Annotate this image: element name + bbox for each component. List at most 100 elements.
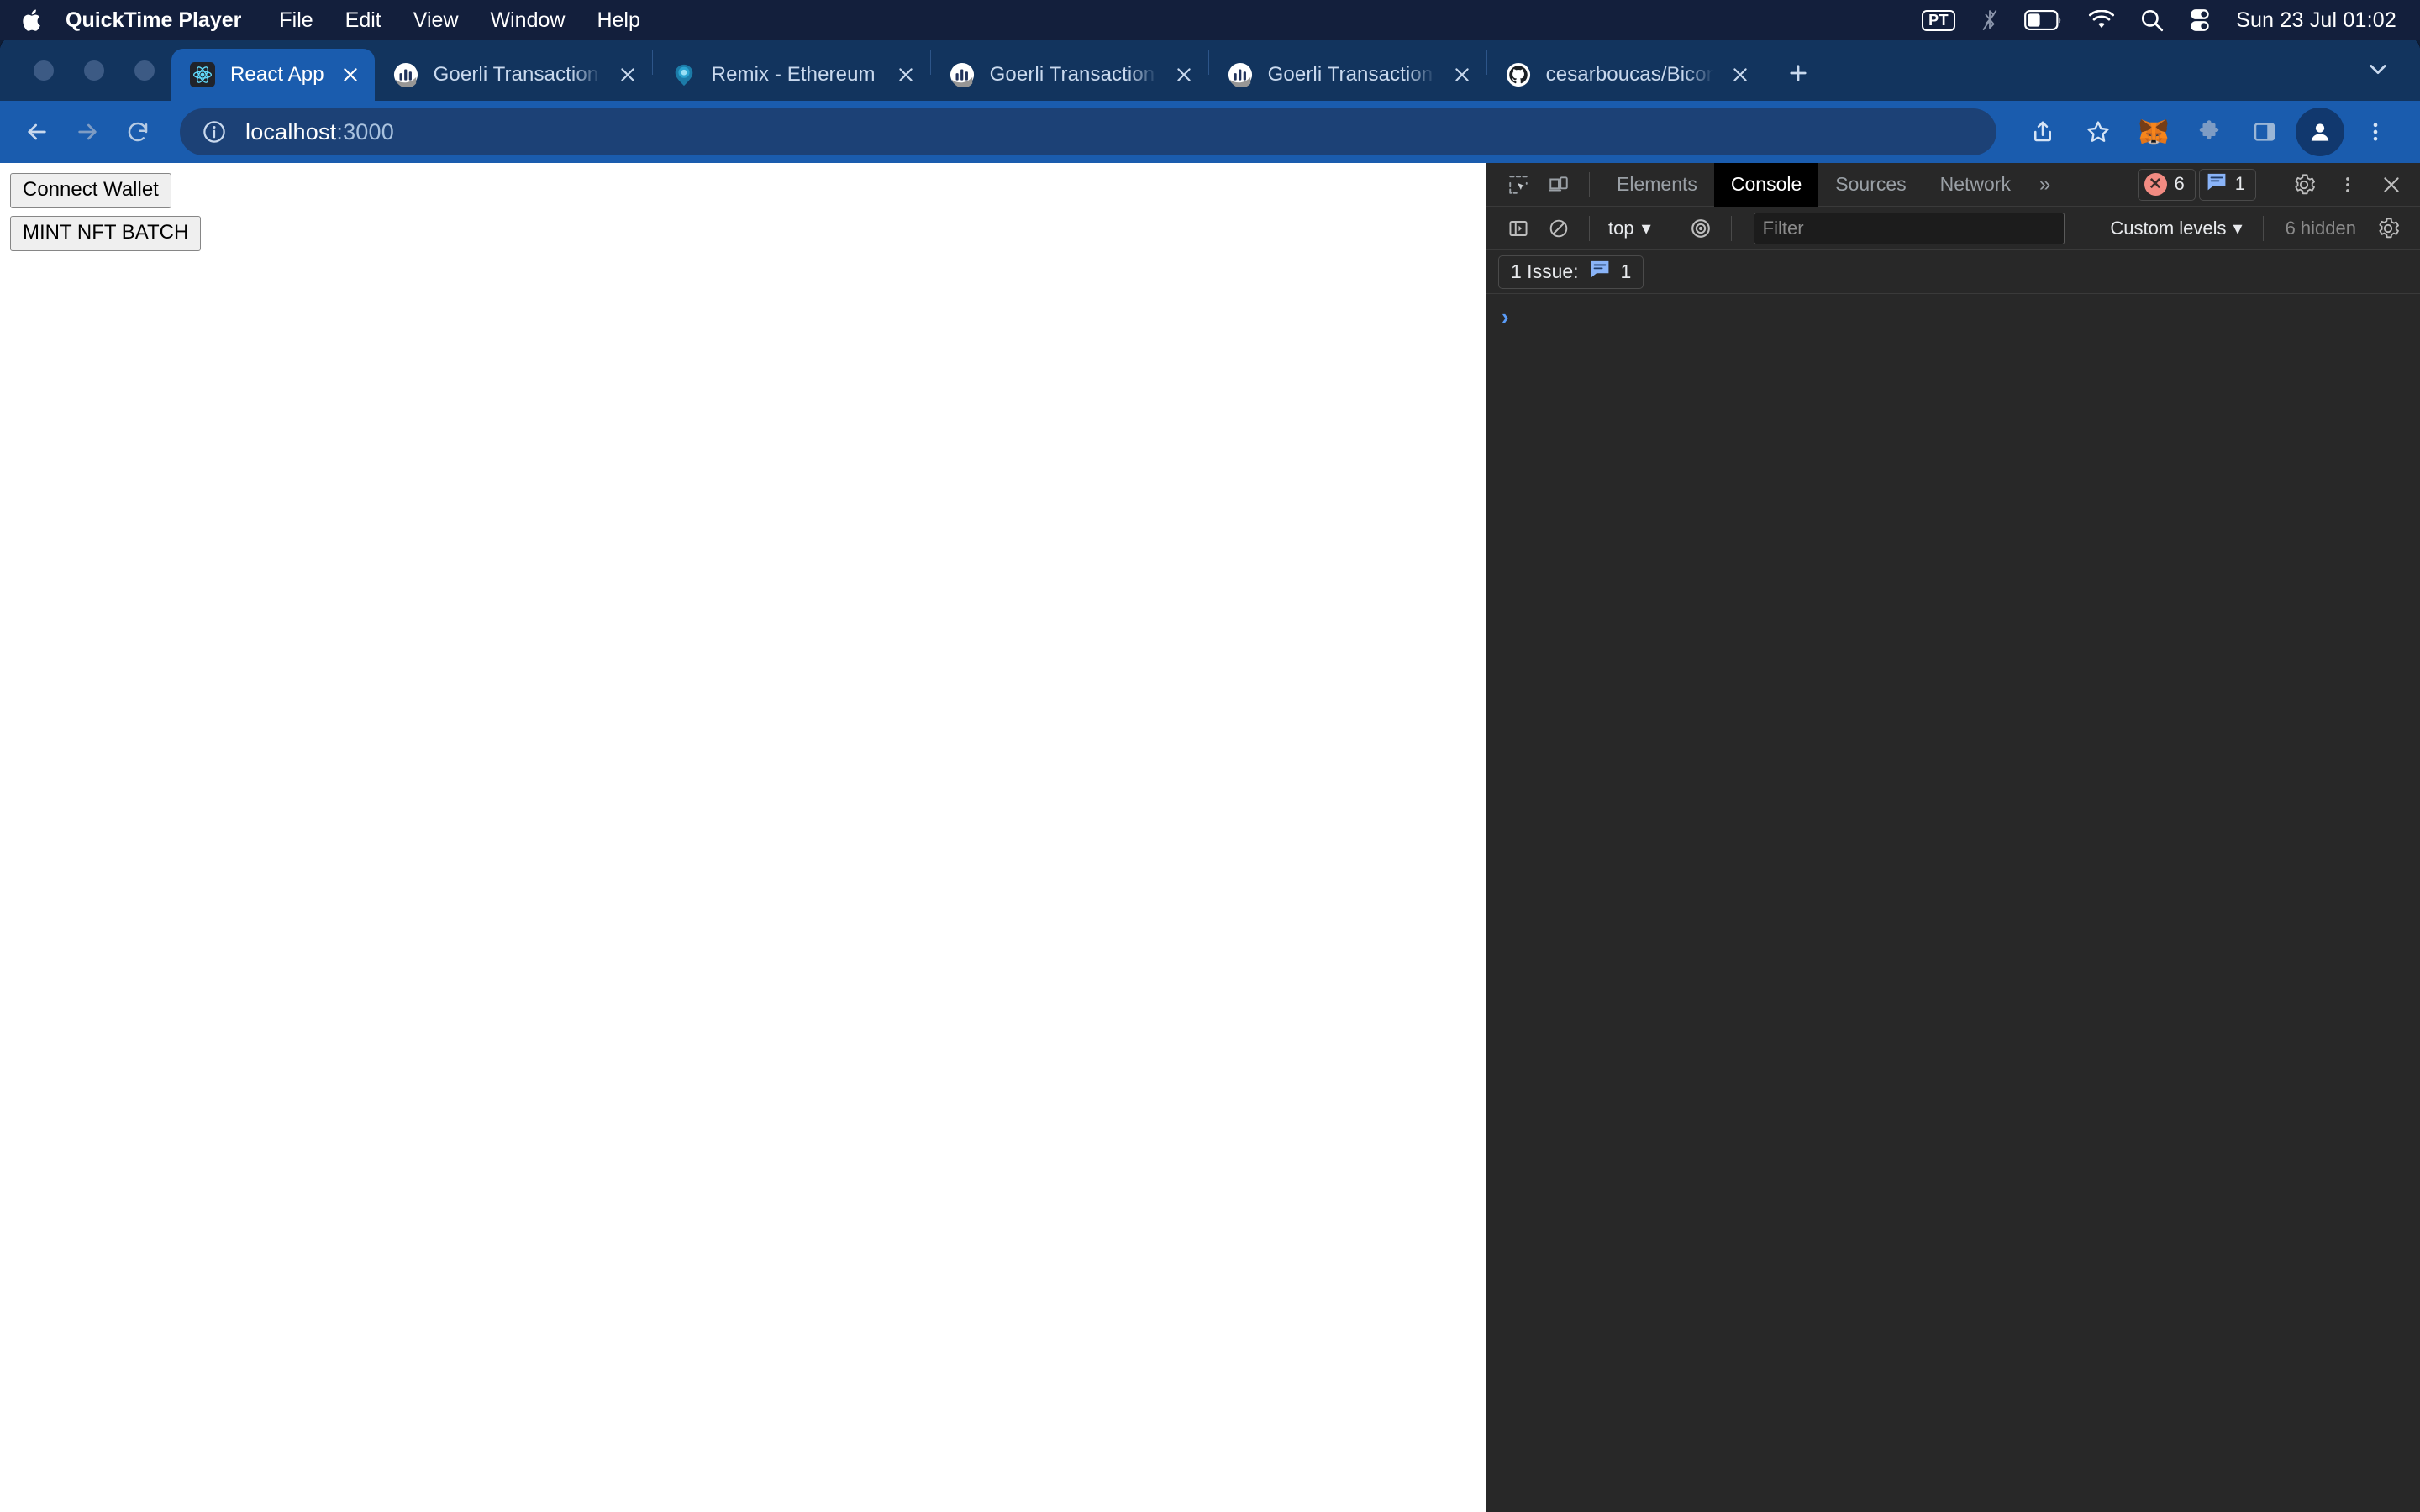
console-settings-gear-icon[interactable]	[2368, 210, 2408, 247]
close-window-button[interactable]	[34, 60, 54, 81]
menu-item-edit[interactable]: Edit	[329, 0, 397, 40]
three-dot-menu-icon[interactable]	[2328, 166, 2368, 203]
tab-title: cesarboucas/BiconomyB	[1545, 63, 1714, 86]
tab-search-chevron-down-icon[interactable]	[2360, 50, 2396, 87]
puzzle-piece-icon[interactable]	[2185, 108, 2233, 156]
issue-message-icon	[2206, 171, 2228, 197]
profile-avatar-icon[interactable]	[2296, 108, 2344, 156]
console-prompt-row[interactable]: ›	[1502, 306, 2420, 328]
browser-tab-goerli-1[interactable]: Goerli Transaction Hash (	[375, 49, 652, 101]
battery-icon[interactable]	[2024, 10, 2063, 30]
issues-button[interactable]: 1 Issue: 1	[1498, 255, 1644, 289]
etherscan-logo-icon	[393, 62, 418, 87]
browser-tab-react-app[interactable]: React App	[171, 49, 375, 101]
connect-wallet-button[interactable]: Connect Wallet	[10, 173, 171, 208]
error-count-badge[interactable]: ✕ 6	[2137, 168, 2196, 201]
message-count-badge[interactable]: 1	[2198, 168, 2256, 201]
browser-tab-github[interactable]: cesarboucas/BiconomyB	[1487, 49, 1765, 101]
error-count: 6	[2174, 173, 2185, 194]
devtools-tab-network[interactable]: Network	[1923, 163, 2028, 207]
close-tab-button[interactable]	[892, 60, 920, 89]
device-toolbar-icon[interactable]	[1539, 166, 1579, 203]
hidden-messages-count: 6 hidden	[2285, 217, 2356, 239]
devtools-tab-elements[interactable]: Elements	[1600, 163, 1714, 207]
tab-title: Remix - Ethereum IDE	[711, 63, 880, 86]
input-source-indicator[interactable]: PT	[1922, 9, 1956, 31]
window-traffic-lights	[34, 60, 155, 81]
new-tab-button[interactable]	[1779, 54, 1818, 92]
browser-toolbar: localhost:3000	[0, 101, 2420, 163]
inspect-element-icon[interactable]	[1498, 166, 1539, 203]
console-output-area[interactable]: ›	[1486, 294, 2420, 1512]
info-circle-icon[interactable]	[202, 119, 227, 144]
menu-item-view[interactable]: View	[397, 0, 475, 40]
browser-tab-goerli-3[interactable]: Goerli Transaction Hash (	[1209, 49, 1486, 101]
menu-item-window[interactable]: Window	[475, 0, 581, 40]
control-center-icon[interactable]	[2189, 8, 2211, 33]
chevron-down-icon: ▾	[1641, 217, 1651, 239]
reload-icon[interactable]	[113, 107, 163, 157]
star-icon[interactable]	[2074, 108, 2123, 156]
console-filter-input[interactable]	[1753, 212, 2065, 244]
menu-app-name[interactable]: QuickTime Player	[66, 0, 263, 40]
console-toolbar: top ▾ Custom levels ▾	[1486, 207, 2420, 250]
devtools-tab-bar: Elements Console Sources Network » ✕ 6 1	[1486, 162, 2420, 207]
browser-tab-remix[interactable]: Remix - Ethereum IDE	[653, 49, 930, 101]
issue-message-icon	[1589, 258, 1611, 285]
devtools-panel: Elements Console Sources Network » ✕ 6 1…	[1486, 162, 2420, 1512]
etherscan-logo-icon	[950, 62, 975, 87]
console-context-selector[interactable]: top ▾	[1600, 218, 1660, 239]
divider	[1589, 215, 1590, 241]
close-tab-button[interactable]	[1170, 60, 1198, 89]
divider	[2262, 215, 2264, 241]
url-host: localhost	[245, 118, 337, 144]
issues-label: 1 Issue:	[1511, 260, 1579, 282]
menubar-clock[interactable]: Sun 23 Jul 01:02	[2236, 8, 2396, 33]
chevron-down-icon: ▾	[2233, 217, 2243, 239]
gear-icon[interactable]	[2284, 166, 2324, 203]
tab-title: React App	[230, 63, 324, 86]
divider	[1589, 171, 1590, 197]
devtools-status-actions: ✕ 6 1	[2137, 166, 2420, 203]
spotlight-search-icon[interactable]	[2140, 8, 2164, 32]
devtools-tab-console[interactable]: Console	[1713, 162, 1819, 207]
console-log-levels-selector[interactable]: Custom levels ▾	[2100, 218, 2252, 239]
close-tab-button[interactable]	[613, 60, 642, 89]
remix-logo-icon	[671, 62, 697, 87]
content-area: Connect Wallet MINT NFT BATCH Elements C…	[0, 162, 2420, 1512]
console-sidebar-icon[interactable]	[1498, 210, 1539, 247]
browser-tab-strip: React App Goerli Transaction Remix - Eth…	[0, 37, 2420, 101]
eye-icon[interactable]	[1681, 210, 1721, 247]
metamask-fox-icon[interactable]	[2129, 108, 2178, 156]
mint-nft-batch-button[interactable]: MINT NFT BATCH	[10, 216, 202, 251]
bluetooth-off-icon[interactable]	[1981, 8, 1999, 33]
share-icon[interactable]	[2018, 108, 2067, 156]
browser-tab-goerli-2[interactable]: Goerli Transaction Hash (	[931, 49, 1208, 101]
address-bar-url: localhost:3000	[245, 119, 394, 145]
console-context-value: top	[1608, 217, 1634, 239]
close-tab-button[interactable]	[1726, 60, 1754, 89]
url-port: :3000	[336, 118, 394, 144]
minimize-window-button[interactable]	[84, 60, 104, 81]
back-arrow-icon[interactable]	[12, 107, 62, 157]
etherscan-logo-icon	[1228, 62, 1253, 87]
three-dot-menu-icon[interactable]	[2351, 108, 2400, 156]
close-tab-button[interactable]	[336, 60, 365, 89]
close-icon[interactable]	[2371, 166, 2412, 203]
address-bar[interactable]: localhost:3000	[180, 108, 1996, 155]
devtools-tab-sources[interactable]: Sources	[1818, 163, 1923, 207]
apple-logo-icon[interactable]	[22, 8, 44, 33]
side-panel-icon[interactable]	[2240, 108, 2289, 156]
message-count: 1	[2234, 173, 2245, 194]
clear-console-icon[interactable]	[1539, 210, 1579, 247]
maximize-window-button[interactable]	[134, 60, 155, 81]
forward-arrow-icon[interactable]	[62, 107, 113, 157]
wifi-icon[interactable]	[2088, 10, 2115, 30]
console-prompt-caret-icon: ›	[1502, 304, 1509, 329]
log-levels-value: Custom levels	[2110, 217, 2227, 239]
double-chevron-right-icon[interactable]: »	[2028, 173, 2062, 197]
menu-item-file[interactable]: File	[263, 0, 329, 40]
close-tab-button[interactable]	[1448, 60, 1476, 89]
macos-menu-bar: QuickTime Player File Edit View Window H…	[0, 0, 2420, 40]
menu-item-help[interactable]: Help	[581, 0, 655, 40]
